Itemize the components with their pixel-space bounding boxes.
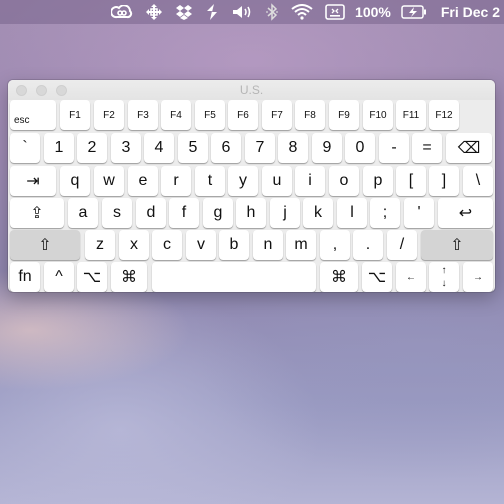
key-comma[interactable]: , <box>320 230 350 260</box>
key-return[interactable]: ↩ <box>438 198 493 228</box>
menu-bar: 100% Fri Dec 2 <box>0 0 504 24</box>
key-f4[interactable]: F4 <box>161 100 191 130</box>
flux-icon[interactable] <box>205 0 219 24</box>
key-delete[interactable]: ⌫ <box>446 133 492 163</box>
battery-percent[interactable]: 100% <box>355 4 391 20</box>
move-arrows-icon[interactable] <box>145 0 163 24</box>
key-8[interactable]: 8 <box>278 133 308 163</box>
key-f3[interactable]: F3 <box>128 100 158 130</box>
key-f5[interactable]: F5 <box>195 100 225 130</box>
key-5[interactable]: 5 <box>178 133 208 163</box>
key-quote[interactable]: ' <box>404 198 434 228</box>
key-9[interactable]: 9 <box>312 133 342 163</box>
key-equals[interactable]: = <box>412 133 442 163</box>
key-f7[interactable]: F7 <box>262 100 292 130</box>
key-right-bracket[interactable]: ] <box>429 166 459 196</box>
key-v[interactable]: v <box>186 230 216 260</box>
key-a[interactable]: a <box>68 198 98 228</box>
key-m[interactable]: m <box>286 230 316 260</box>
key-left-bracket[interactable]: [ <box>396 166 426 196</box>
key-h[interactable]: h <box>236 198 266 228</box>
key-f1[interactable]: F1 <box>60 100 90 130</box>
creative-cloud-icon[interactable] <box>111 0 133 24</box>
key-tab[interactable]: ⇥ <box>10 166 56 196</box>
key-arrow-up-down[interactable]: ↑ ↓ <box>429 262 459 292</box>
volume-icon[interactable] <box>231 0 253 24</box>
key-r[interactable]: r <box>161 166 191 196</box>
key-4[interactable]: 4 <box>144 133 174 163</box>
key-f[interactable]: f <box>169 198 199 228</box>
key-0[interactable]: 0 <box>345 133 375 163</box>
keyboard-viewer-icon[interactable] <box>325 0 345 24</box>
key-l[interactable]: l <box>337 198 367 228</box>
key-b[interactable]: b <box>219 230 249 260</box>
key-t[interactable]: t <box>195 166 225 196</box>
key-minus[interactable]: - <box>379 133 409 163</box>
key-f10[interactable]: F10 <box>363 100 393 130</box>
key-s[interactable]: s <box>102 198 132 228</box>
key-space[interactable] <box>152 262 316 292</box>
key-backslash[interactable]: \ <box>463 166 493 196</box>
battery-icon[interactable] <box>401 0 427 24</box>
key-f9[interactable]: F9 <box>329 100 359 130</box>
key-g[interactable]: g <box>203 198 233 228</box>
key-right-option[interactable]: ⌥ <box>362 262 392 292</box>
bluetooth-icon[interactable] <box>265 0 279 24</box>
key-control[interactable]: ^ <box>44 262 74 292</box>
key-1[interactable]: 1 <box>44 133 74 163</box>
key-c[interactable]: c <box>152 230 182 260</box>
key-arrow-down[interactable]: ↓ <box>442 277 447 290</box>
menubar-clock[interactable]: Fri Dec 2 <box>441 4 500 20</box>
key-f2[interactable]: F2 <box>94 100 124 130</box>
key-left-option[interactable]: ⌥ <box>77 262 107 292</box>
window-title: U.S. <box>239 83 264 97</box>
key-period[interactable]: . <box>353 230 383 260</box>
key-arrow-left[interactable]: ← <box>396 262 426 292</box>
key-w[interactable]: w <box>94 166 124 196</box>
key-y[interactable]: y <box>228 166 258 196</box>
key-f6[interactable]: F6 <box>228 100 258 130</box>
key-z[interactable]: z <box>85 230 115 260</box>
key-backtick[interactable]: ` <box>10 133 40 163</box>
key-3[interactable]: 3 <box>111 133 141 163</box>
key-caps-lock[interactable]: ⇪ <box>10 198 64 228</box>
key-arrow-right[interactable]: → <box>463 262 493 292</box>
key-arrow-up[interactable]: ↑ <box>442 264 447 277</box>
keyboard-viewer-window: U.S. esc F1 F2 F3 F4 F5 F6 F7 F8 F9 F10 … <box>8 80 495 292</box>
key-semicolon[interactable]: ; <box>370 198 400 228</box>
key-f11[interactable]: F11 <box>396 100 426 130</box>
key-right-shift[interactable]: ⇧ <box>421 230 493 260</box>
key-o[interactable]: o <box>329 166 359 196</box>
window-titlebar[interactable]: U.S. <box>8 80 495 100</box>
key-e[interactable]: e <box>128 166 158 196</box>
key-i[interactable]: i <box>295 166 325 196</box>
key-left-shift[interactable]: ⇧ <box>10 230 80 260</box>
key-n[interactable]: n <box>253 230 283 260</box>
key-x[interactable]: x <box>119 230 149 260</box>
key-6[interactable]: 6 <box>211 133 241 163</box>
key-7[interactable]: 7 <box>245 133 275 163</box>
key-esc[interactable]: esc <box>10 100 56 130</box>
key-q[interactable]: q <box>60 166 90 196</box>
dropbox-icon[interactable] <box>175 0 193 24</box>
key-d[interactable]: d <box>136 198 166 228</box>
key-2[interactable]: 2 <box>77 133 107 163</box>
key-fn[interactable]: fn <box>10 262 40 292</box>
wifi-icon[interactable] <box>291 0 313 24</box>
key-f8[interactable]: F8 <box>295 100 325 130</box>
key-right-command[interactable]: ⌘ <box>320 262 358 292</box>
key-f12[interactable]: F12 <box>429 100 459 130</box>
key-j[interactable]: j <box>270 198 300 228</box>
key-left-command[interactable]: ⌘ <box>111 262 147 292</box>
key-slash[interactable]: / <box>387 230 417 260</box>
key-p[interactable]: p <box>363 166 393 196</box>
key-u[interactable]: u <box>262 166 292 196</box>
key-k[interactable]: k <box>303 198 333 228</box>
